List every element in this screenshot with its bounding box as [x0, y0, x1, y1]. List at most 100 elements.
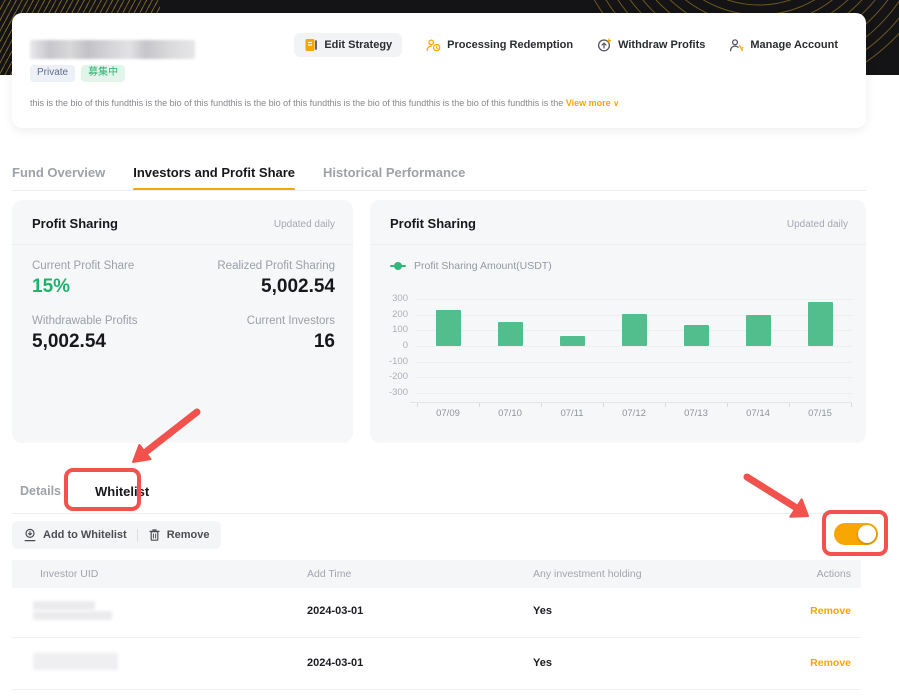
add-time-cell: 2024-03-01 [307, 657, 364, 669]
edit-strategy-button[interactable]: Edit Strategy [294, 33, 403, 57]
stat-label: Withdrawable Profits [32, 315, 138, 327]
x-axis-tick-label: 07/12 [622, 408, 646, 419]
withdraw-profits-button[interactable]: Withdraw Profits [597, 38, 705, 52]
investor-uid-redacted [33, 653, 118, 670]
manage-account-icon [730, 39, 744, 52]
x-axis-tick [541, 403, 542, 407]
gridline [415, 298, 852, 300]
column-investor-uid: Investor UID [40, 568, 99, 580]
stat-value: 15% [32, 276, 71, 297]
fund-header-card: Private 募集中 this is the bio of this fund… [12, 13, 866, 128]
remove-row-link[interactable]: Remove [810, 657, 851, 669]
tab-whitelist[interactable]: Whitelist [95, 484, 149, 499]
x-axis-tick [665, 403, 666, 407]
x-axis-tick-label: 07/10 [498, 408, 522, 419]
card-header: Profit Sharing Updated daily [12, 200, 353, 245]
bar-chart-plot: 300 200 100 0 -100 -200 -300 07/09 07/10 07/11 07/… [370, 293, 866, 443]
card-title: Profit Sharing [390, 216, 476, 231]
view-more-link[interactable]: View more ∨ [566, 98, 619, 108]
whitelist-enabled-toggle[interactable] [834, 523, 878, 545]
stat-current-profit-share: Current Profit Share 15% [32, 260, 134, 298]
arrow-head-toggle [789, 498, 809, 518]
tab-fund-overview[interactable]: Fund Overview [12, 165, 105, 191]
x-axis-tick [479, 403, 480, 407]
tab-investors-profit-share[interactable]: Investors and Profit Share [133, 165, 295, 191]
bar [745, 315, 771, 346]
tab-historical-performance[interactable]: Historical Performance [323, 165, 465, 191]
x-axis-tick-label: 07/15 [808, 408, 832, 419]
fund-bio: this is the bio of this fundthis is the … [30, 98, 850, 108]
column-investment-holding: Any investment holding [533, 568, 642, 580]
badge-row: Private 募集中 [30, 65, 126, 82]
legend-label: Profit Sharing Amount(USDT) [414, 260, 552, 272]
stat-value: 5,002.54 [261, 276, 335, 297]
trash-icon [149, 529, 160, 541]
processing-redemption-button[interactable]: Processing Redemption [426, 38, 573, 52]
subtabs-divider [12, 513, 888, 514]
table-row: 2024-03-01 Yes Remove [12, 588, 861, 638]
stat-label: Realized Profit Sharing [217, 260, 335, 272]
header-actions: Edit Strategy Processing Redemption With… [294, 33, 838, 57]
bar [683, 324, 709, 346]
stat-current-investors: Current Investors 16 [247, 315, 335, 353]
edit-document-icon [305, 39, 318, 51]
arrow-shaft-toggle [743, 473, 799, 511]
recruiting-badge: 募集中 [81, 65, 126, 82]
y-axis-tick-label: 100 [392, 324, 408, 336]
x-axis-tick-label: 07/13 [684, 408, 708, 419]
stat-label: Current Investors [246, 315, 335, 327]
profit-sharing-chart-card: Profit Sharing Updated daily Profit Shar… [370, 200, 866, 443]
main-tabs: Fund Overview Investors and Profit Share… [12, 165, 465, 191]
bar [559, 335, 585, 346]
y-axis-tick-label: -100 [388, 355, 408, 367]
holding-cell: Yes [533, 605, 552, 617]
profit-sharing-stats-card: Profit Sharing Updated daily Current Pro… [12, 200, 353, 443]
column-add-time: Add Time [307, 568, 352, 580]
add-time-cell: 2024-03-01 [307, 605, 364, 617]
x-axis-tick-label: 07/14 [746, 408, 770, 419]
withdraw-profits-icon [598, 38, 612, 52]
y-axis-tick-label: -200 [388, 371, 408, 383]
bar [497, 322, 523, 346]
bar [435, 309, 461, 346]
table-header: Investor UID Add Time Any investment hol… [12, 560, 861, 588]
holding-cell: Yes [533, 657, 552, 669]
whitelist-toolbar: Add to Whitelist Remove [12, 521, 221, 549]
x-axis-tick [417, 403, 418, 407]
bar [621, 313, 647, 346]
sub-tabs: Details Whitelist [20, 484, 149, 499]
legend-marker-icon [390, 262, 406, 270]
remove-row-link[interactable]: Remove [810, 605, 851, 617]
table-row: 2024-03-01 Yes Remove [12, 638, 861, 690]
remove-button[interactable]: Remove [148, 528, 210, 542]
chart-legend[interactable]: Profit Sharing Amount(USDT) [390, 260, 552, 272]
stat-value: 16 [313, 331, 335, 352]
x-axis-line [410, 402, 852, 403]
investor-uid-redacted [33, 611, 112, 620]
x-axis-tick [851, 403, 852, 407]
investor-uid-redacted [33, 601, 95, 610]
stat-realized-profit-sharing: Realized Profit Sharing 5,002.54 [217, 260, 335, 298]
fund-management-page: Private 募集中 this is the bio of this fund… [0, 0, 899, 697]
y-axis-tick-label: 200 [392, 308, 408, 320]
gridline [415, 377, 852, 379]
toggle-knob [858, 525, 876, 543]
toolbar-separator [136, 528, 138, 542]
card-header: Profit Sharing Updated daily [370, 200, 866, 245]
x-axis-tick [727, 403, 728, 407]
add-to-whitelist-button[interactable]: Add to Whitelist [23, 528, 127, 542]
private-badge: Private [30, 65, 76, 82]
x-axis-tick [603, 403, 604, 407]
manage-account-button[interactable]: Manage Account [729, 38, 838, 52]
arrow-head-whitelist [132, 443, 152, 463]
tabs-divider [12, 190, 866, 191]
x-axis-tick [789, 403, 790, 407]
stat-withdrawable-profits: Withdrawable Profits 5,002.54 [32, 315, 137, 353]
bar [807, 302, 833, 346]
gridline [415, 361, 852, 363]
y-axis-tick-label: 0 [402, 340, 408, 351]
gridline [415, 346, 852, 347]
stat-value: 5,002.54 [32, 331, 106, 352]
tab-details[interactable]: Details [20, 484, 61, 499]
chevron-down-icon: ∨ [613, 99, 620, 108]
